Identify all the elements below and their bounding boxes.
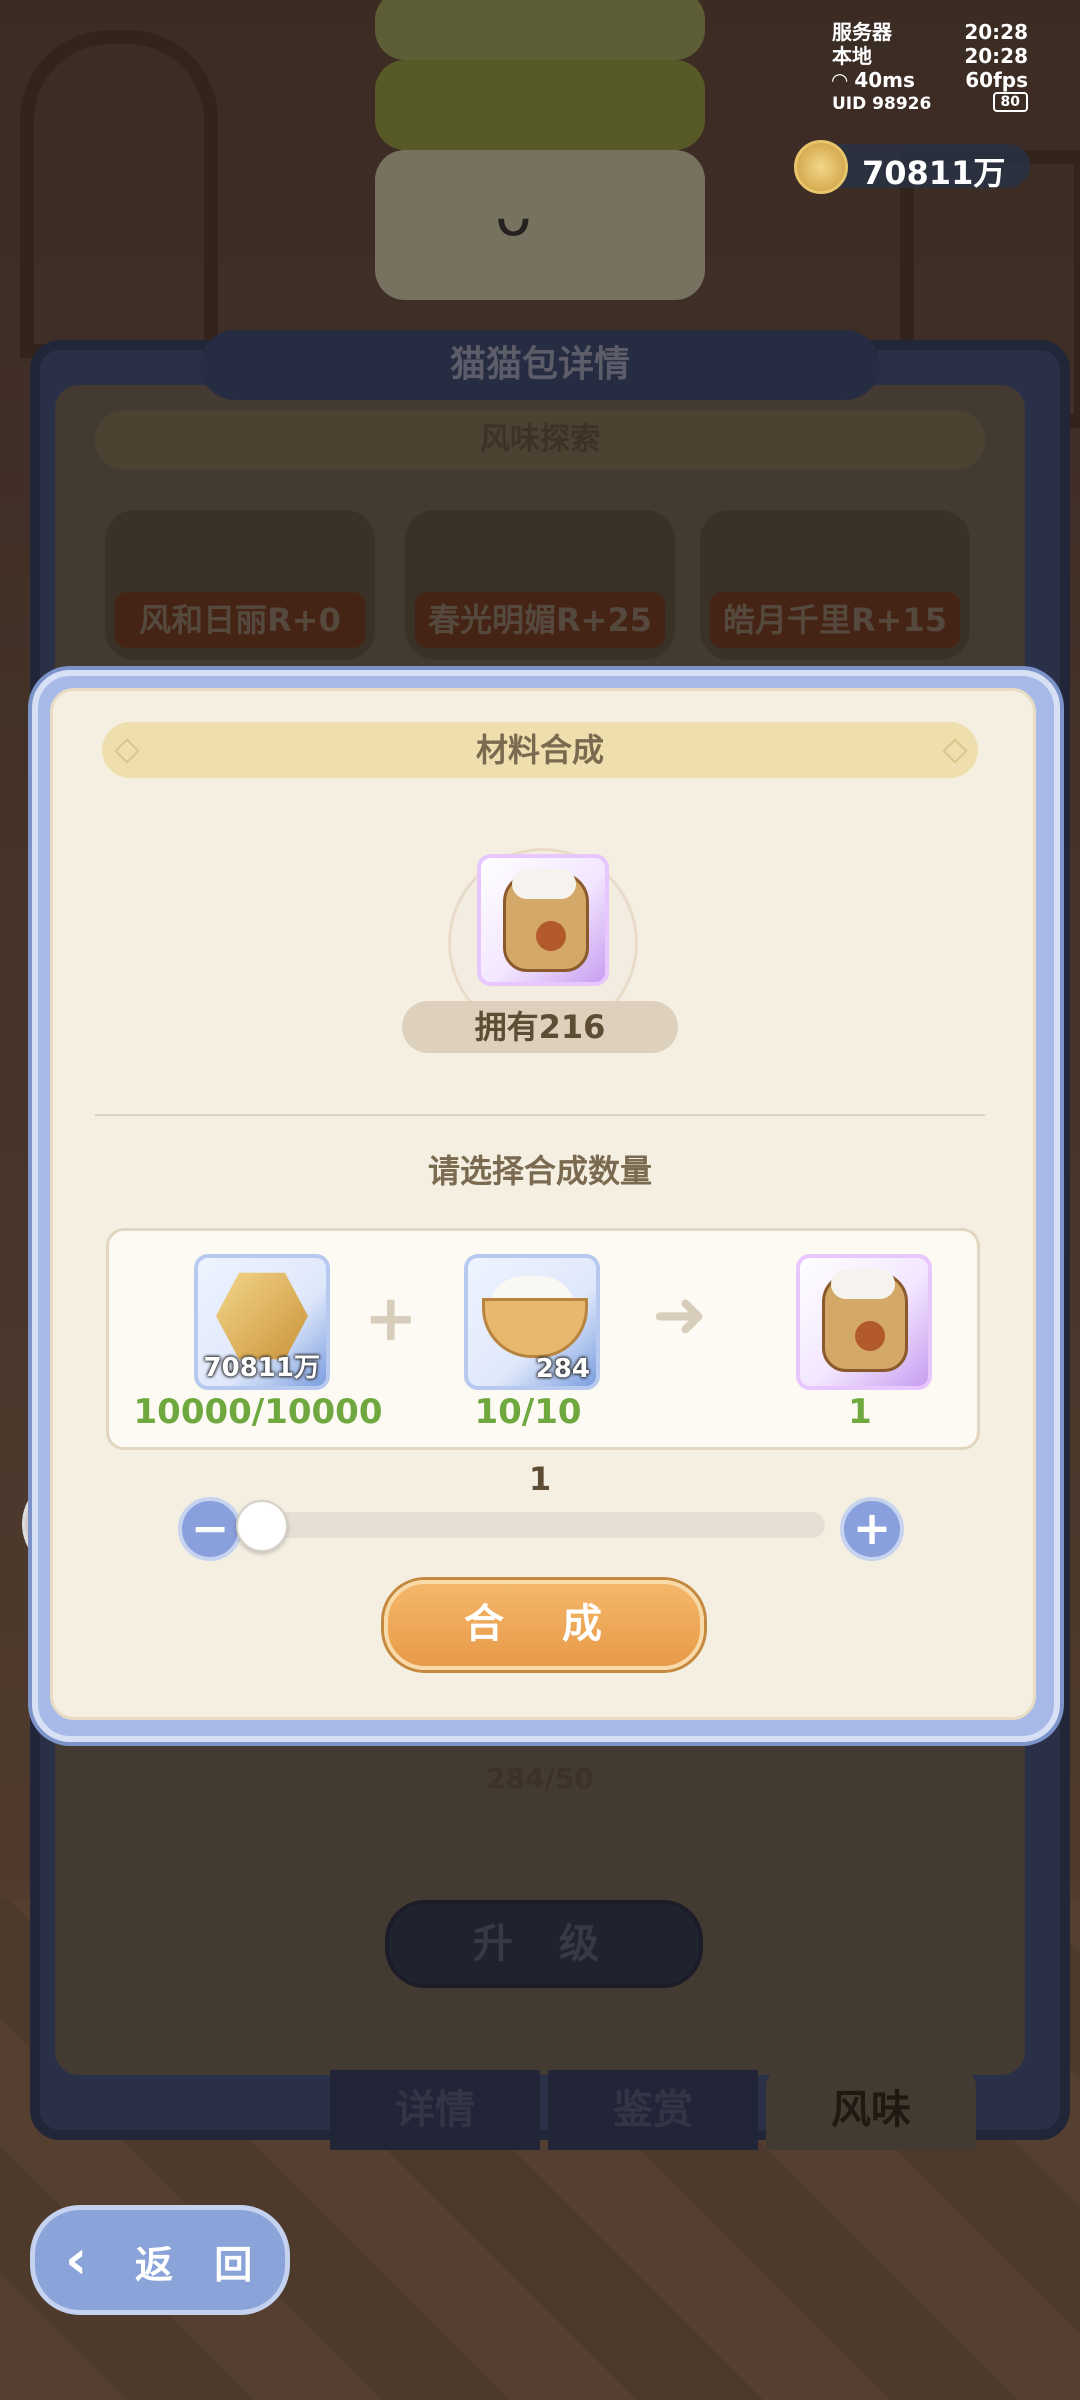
quantity-prompt: 请选择合成数量 (427, 1152, 652, 1190)
back-button-label: 返 回 (135, 2243, 267, 2287)
owned-count: 拥有216 (402, 1001, 678, 1053)
wifi-icon: ◠ (832, 68, 855, 92)
local-time: 20:28 (964, 44, 1028, 68)
minus-icon: − (190, 1501, 230, 1555)
gold-requirement: 10000/10000 (133, 1392, 383, 1432)
quantity-value: 1 (528, 1460, 552, 1498)
back-arrow-icon: ‹ (65, 2228, 88, 2291)
back-button[interactable]: ‹ 返 回 (30, 2205, 290, 2315)
output-slot[interactable] (796, 1254, 932, 1390)
plus-icon: + (852, 1501, 892, 1555)
arrow-right-icon: ➜ (652, 1276, 708, 1353)
flour-sack-icon[interactable] (477, 854, 609, 986)
item-count: 284 (535, 1354, 590, 1384)
plus-sign-icon: + (364, 1282, 418, 1356)
currency-display: 70811万 (794, 140, 1030, 194)
quantity-slider-handle[interactable] (236, 1500, 288, 1552)
modal-title: 材料合成 (102, 722, 978, 778)
output-amount: 1 (848, 1392, 872, 1432)
rice-bowl-slot[interactable]: 284 (464, 1254, 600, 1390)
synthesis-modal-body (50, 688, 1036, 1720)
quantity-slider-track[interactable] (240, 1512, 825, 1538)
server-label: 服务器 (832, 20, 892, 44)
fps-value: 60fps (965, 68, 1028, 92)
gold-coin-icon (794, 140, 848, 194)
rice-requirement: 10/10 (474, 1392, 582, 1432)
minus-button[interactable]: − (178, 1497, 242, 1561)
divider (95, 1114, 985, 1116)
local-label: 本地 (832, 44, 872, 68)
server-time: 20:28 (964, 20, 1028, 44)
gold-hexagon-slot[interactable]: 70811万 (194, 1254, 330, 1390)
item-count: 70811万 (203, 1353, 320, 1383)
synthesize-button[interactable]: 合 成 (384, 1580, 704, 1670)
flour-sack-icon (822, 1269, 908, 1372)
rice-bowl-icon (482, 1298, 588, 1358)
status-hud: 服务器 20:28 本地 20:28 ◠ 40ms 60fps UID 98926 80 (832, 20, 1028, 116)
plus-button[interactable]: + (840, 1497, 904, 1561)
uid-label: UID 98926 (832, 94, 932, 114)
ping-value: 40ms (854, 68, 915, 92)
currency-amount: 70811万 (862, 154, 1006, 192)
battery-icon: 80 (992, 92, 1028, 112)
